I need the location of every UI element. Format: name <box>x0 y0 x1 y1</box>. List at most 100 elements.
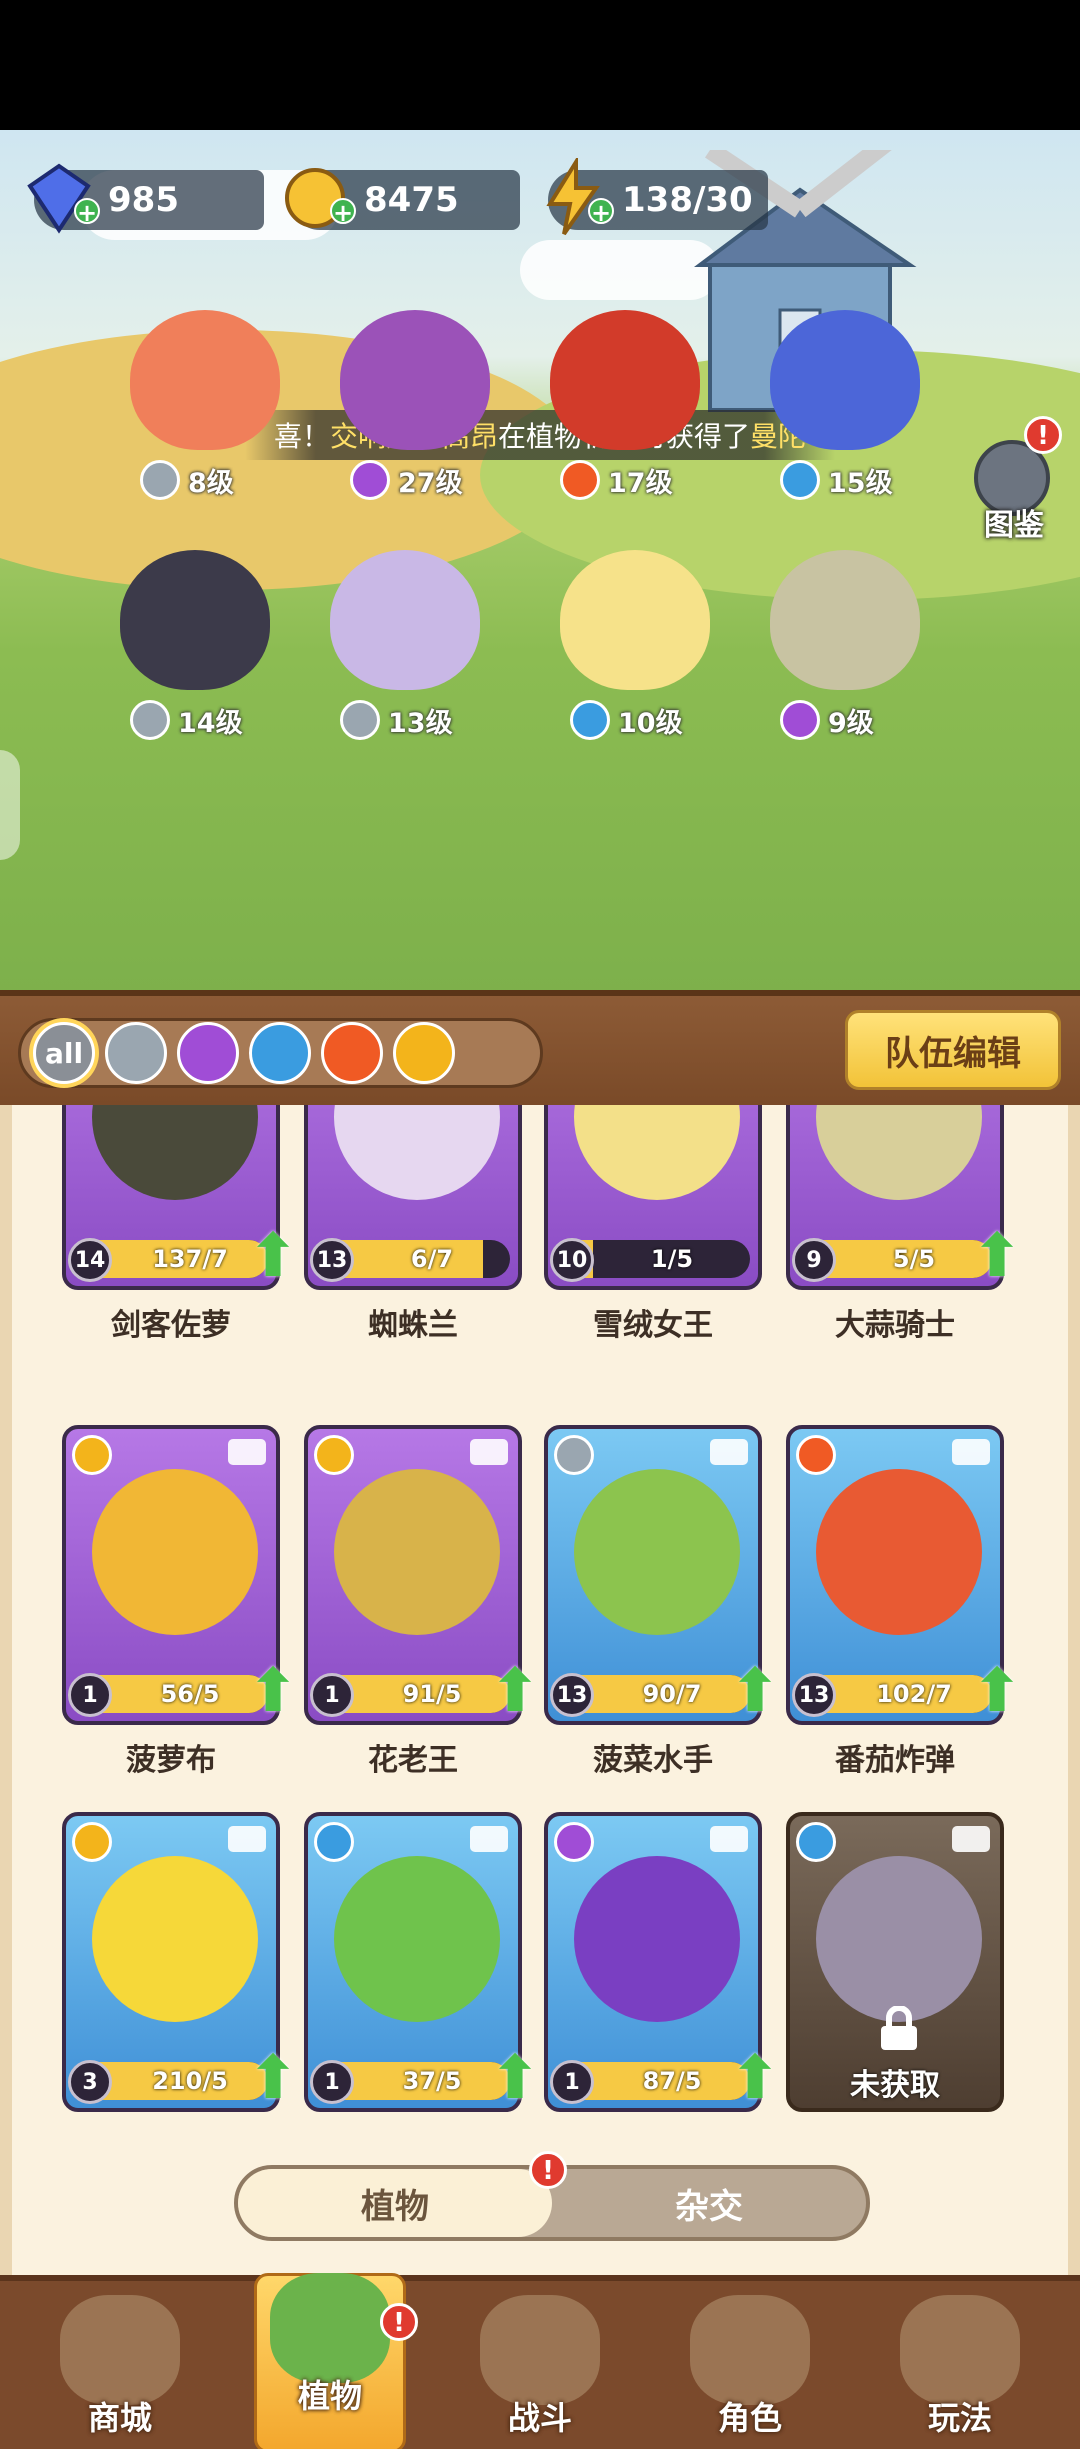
upgrade-arrow-icon[interactable]: ⬆ <box>248 1661 298 1721</box>
progress-text: 6/7 <box>410 1245 454 1273</box>
upgrade-arrow-icon[interactable]: ⬆ <box>490 1661 540 1721</box>
level-badge: 3 <box>68 2060 112 2104</box>
hero-figure <box>120 550 270 690</box>
nav-character[interactable]: 角色 <box>660 2295 840 2449</box>
upgrade-arrow-icon[interactable]: ⬆ <box>972 1226 1022 1286</box>
sword-icon <box>140 460 180 500</box>
nav-gameplay[interactable]: 玩法 <box>870 2295 1050 2449</box>
add-coins-icon[interactable]: + <box>330 198 356 226</box>
plant-portrait <box>334 1105 500 1200</box>
gem-value: 985 <box>108 180 179 220</box>
gem-counter[interactable]: + 985 <box>27 163 264 234</box>
plant-card[interactable]: 56/5 1 ⬆ 菠萝布 <box>62 1425 298 1795</box>
hero-level-text: 14级 <box>178 707 243 739</box>
hero-slot[interactable]: 27级 <box>310 300 510 500</box>
plant-card[interactable]: 210/5 3 ⬆ <box>62 1812 298 2182</box>
element-filter: all <box>18 1018 543 1088</box>
filter-bolt-icon[interactable] <box>393 1022 455 1084</box>
plant-card[interactable]: 137/7 14 ⬆ 剑客佐萝 <box>62 1105 298 1360</box>
tab-hybrid[interactable]: 杂交 <box>552 2169 866 2237</box>
progress-text: 37/5 <box>402 2067 462 2095</box>
hero-figure <box>550 310 700 450</box>
progress-text: 56/5 <box>160 1680 220 1708</box>
add-gems-icon[interactable]: + <box>74 198 100 226</box>
locked-label: 未获取 <box>850 2068 940 2103</box>
plant-card[interactable]: 90/7 13 ⬆ 菠菜水手 <box>544 1425 780 1795</box>
hero-figure <box>330 550 480 690</box>
hero-slot[interactable]: 14级 <box>90 540 290 740</box>
plant-card[interactable]: 未获取 <box>786 1812 1016 2182</box>
hero-figure <box>130 310 280 450</box>
rarity-icon <box>952 1826 990 1852</box>
hero-level: 27级 <box>350 458 463 502</box>
hero-slot[interactable]: 17级 <box>520 300 720 500</box>
hero-slot[interactable]: 9级 <box>740 540 940 740</box>
hero-slot[interactable]: 13级 <box>300 540 500 740</box>
energy-counter[interactable]: + 138/30 <box>546 158 768 236</box>
fire-icon <box>796 1435 836 1475</box>
codex-button[interactable]: 图鉴 ! <box>968 416 1062 543</box>
filter-water-icon[interactable] <box>249 1022 311 1084</box>
poison-icon <box>350 460 390 500</box>
plant-card[interactable]: 1/5 10 雪绒女王 <box>544 1105 774 1360</box>
bolt-icon <box>72 1435 112 1475</box>
upgrade-arrow-icon[interactable]: ⬆ <box>730 1661 780 1721</box>
nav-battle[interactable]: 战斗 <box>450 2295 630 2449</box>
upgrade-arrow-icon[interactable]: ⬆ <box>972 1661 1022 1721</box>
plant-card[interactable]: 37/5 1 ⬆ <box>304 1812 540 2182</box>
plant-portrait <box>816 1856 982 2022</box>
hero-figure <box>770 310 920 450</box>
side-handle[interactable] <box>0 750 20 860</box>
bottom-navigation: 商城 植物! 战斗 角色 玩法 <box>0 2273 1080 2449</box>
plant-portrait <box>92 1469 258 1635</box>
alert-badge: ! <box>1024 416 1062 454</box>
hero-level: 8级 <box>140 458 234 502</box>
water-icon <box>780 460 820 500</box>
plant-card[interactable]: 6/7 13 蜘蛛兰 <box>304 1105 534 1360</box>
upgrade-arrow-icon[interactable]: ⬆ <box>730 2048 780 2108</box>
filter-all[interactable]: all <box>33 1022 95 1084</box>
upgrade-arrow-icon[interactable]: ⬆ <box>248 1226 298 1286</box>
plant-name: 番茄炸弹 <box>835 1743 955 1778</box>
hero-slot[interactable]: 15级 <box>740 300 940 500</box>
nav-plants[interactable]: 植物! <box>240 2273 420 2449</box>
plant-name: 蜘蛛兰 <box>368 1308 458 1343</box>
tab-plants[interactable]: 植物 <box>238 2169 552 2237</box>
hero-level: 10级 <box>570 698 683 742</box>
battle-icon <box>480 2295 600 2405</box>
hero-level-text: 17级 <box>608 467 673 499</box>
plant-name: 菠菜水手 <box>593 1743 713 1778</box>
hero-slot[interactable]: 10级 <box>530 540 730 740</box>
hero-level: 14级 <box>130 698 243 742</box>
filter-sword-icon[interactable] <box>105 1022 167 1084</box>
plant-portrait <box>816 1105 982 1200</box>
water-icon <box>570 700 610 740</box>
plant-card[interactable]: 91/5 1 ⬆ 花老王 <box>304 1425 540 1795</box>
plant-name: 剑客佐萝 <box>111 1308 231 1343</box>
upgrade-arrow-icon[interactable]: ⬆ <box>248 2048 298 2108</box>
level-badge: 1 <box>550 2060 594 2104</box>
hero-level-text: 13级 <box>388 707 453 739</box>
hero-figure <box>340 310 490 450</box>
nav-shop[interactable]: 商城 <box>30 2295 210 2449</box>
nav-label: 战斗 <box>507 2399 572 2437</box>
filter-fire-icon[interactable] <box>321 1022 383 1084</box>
upgrade-arrow-icon[interactable]: ⬆ <box>490 2048 540 2108</box>
sword-icon <box>130 700 170 740</box>
level-badge: 1 <box>310 1673 354 1717</box>
team-edit-button[interactable]: 队伍编辑 <box>845 1010 1061 1090</box>
plant-card[interactable]: 102/7 13 ⬆ 番茄炸弹 <box>786 1425 1022 1795</box>
filter-poison-icon[interactable] <box>177 1022 239 1084</box>
plant-card[interactable]: 87/5 1 ⬆ <box>544 1812 780 2182</box>
hero-slot[interactable]: 8级 <box>100 300 300 500</box>
progress-text: 90/7 <box>642 1680 702 1708</box>
hero-level: 13级 <box>340 698 453 742</box>
card-frame: 6/7 13 <box>304 1105 522 1290</box>
level-badge: 1 <box>68 1673 112 1717</box>
energy-value: 138/30 <box>622 180 753 220</box>
collection-mode-toggle[interactable]: 植物 杂交 ! <box>234 2151 870 2241</box>
coin-counter[interactable]: + 8475 <box>285 168 520 230</box>
rarity-icon <box>710 1826 748 1852</box>
plant-card[interactable]: 5/5 9 ⬆ 大蒜骑士 <box>786 1105 1022 1360</box>
add-energy-icon[interactable]: + <box>588 198 614 226</box>
